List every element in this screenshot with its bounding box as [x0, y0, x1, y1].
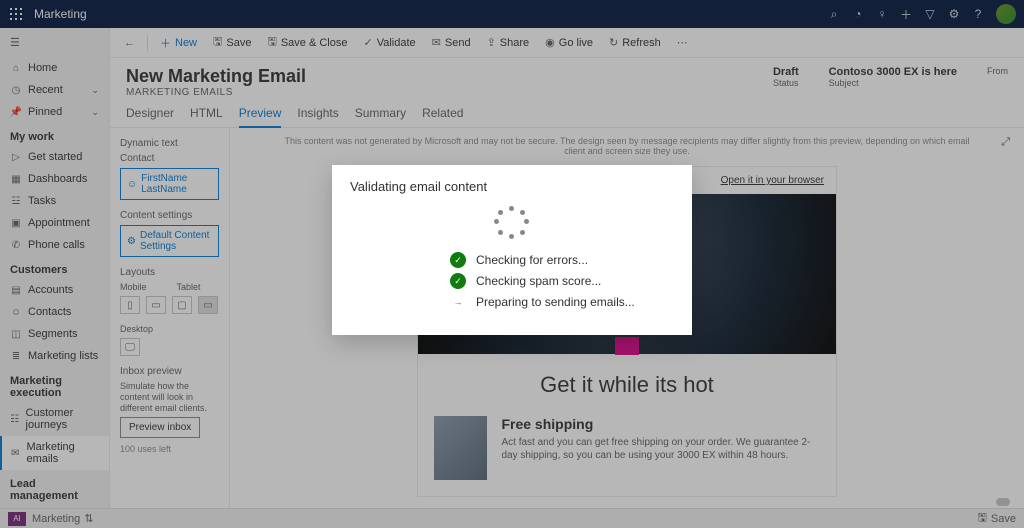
modal-title: Validating email content: [350, 179, 674, 194]
loading-spinner-icon: [496, 206, 528, 238]
arrow-right-icon: →: [450, 294, 466, 310]
validating-modal: Validating email content ✓ Checking for …: [332, 165, 692, 335]
step-label: Checking spam score...: [476, 274, 601, 288]
modal-scrim: Validating email content ✓ Checking for …: [0, 0, 1024, 528]
validation-step: ✓ Checking for errors...: [450, 252, 674, 268]
validation-step: ✓ Checking spam score...: [450, 273, 674, 289]
step-label: Preparing to sending emails...: [476, 295, 635, 309]
check-circle-icon: ✓: [450, 252, 466, 268]
step-label: Checking for errors...: [476, 253, 588, 267]
check-circle-icon: ✓: [450, 273, 466, 289]
validation-step: → Preparing to sending emails...: [450, 294, 674, 310]
